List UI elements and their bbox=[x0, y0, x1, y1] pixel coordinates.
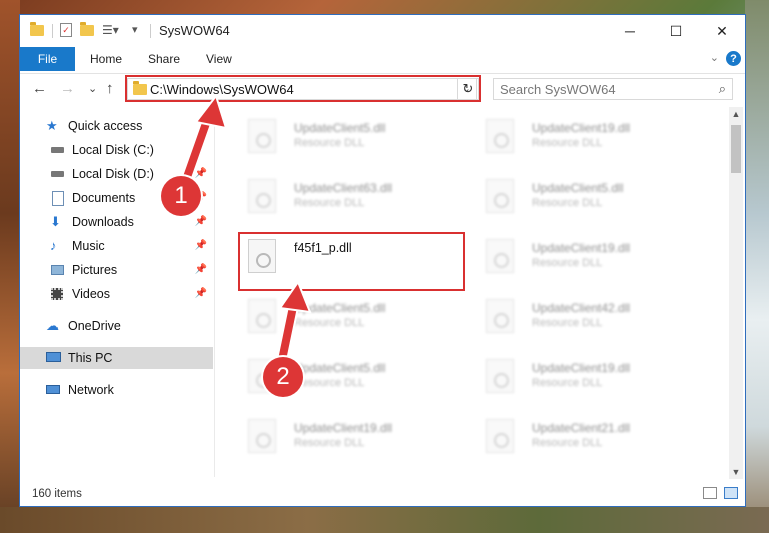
arrow-1 bbox=[180, 93, 228, 186]
annotation-overlay bbox=[180, 93, 312, 366]
step-badge-2: 2 bbox=[263, 357, 303, 397]
step-badge-1: 1 bbox=[161, 176, 201, 216]
arrow-2 bbox=[276, 279, 312, 366]
